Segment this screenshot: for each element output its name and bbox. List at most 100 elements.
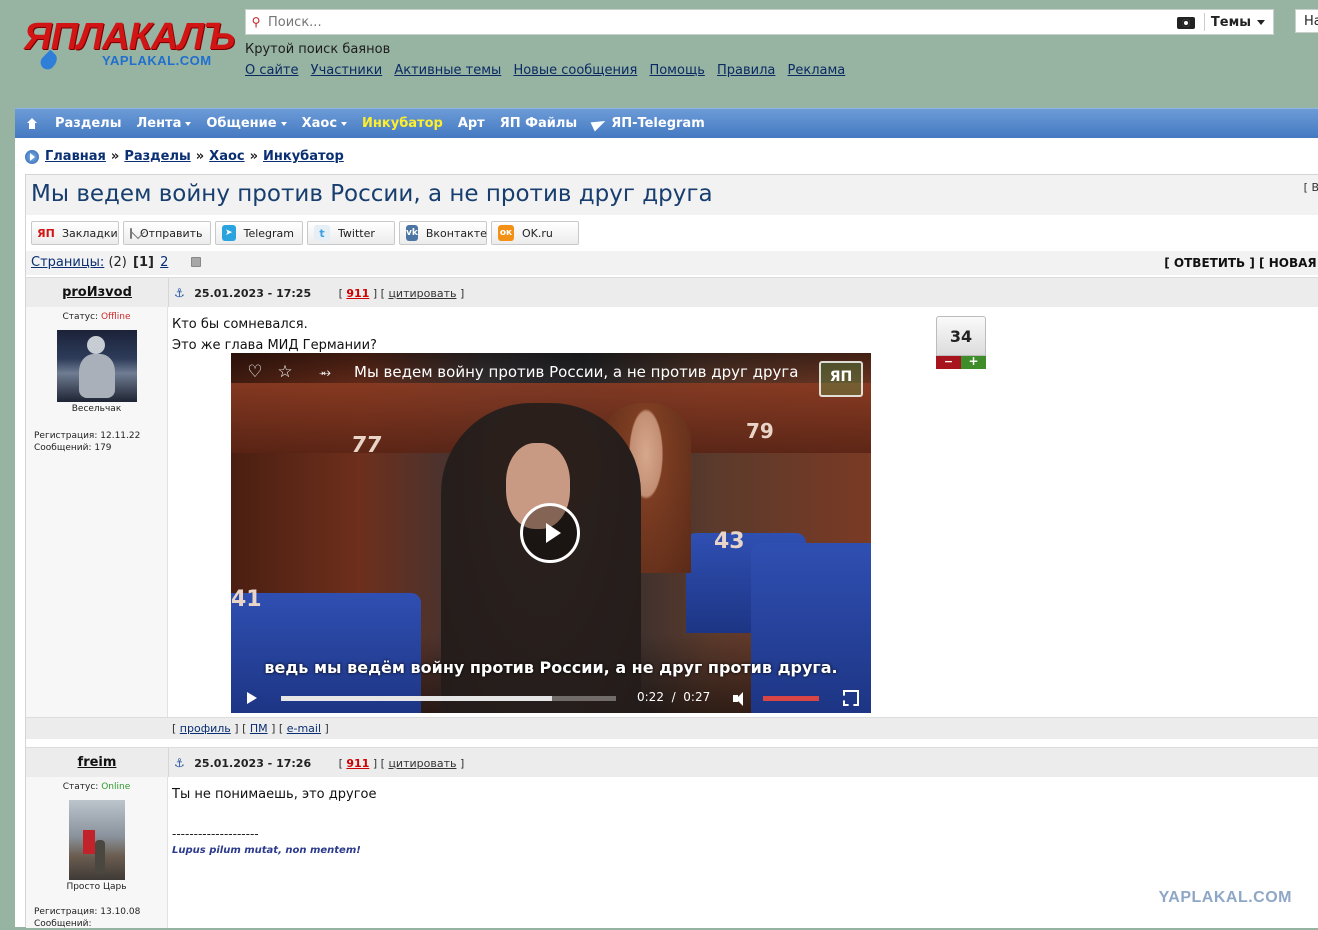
nav-files[interactable]: ЯП Файлы <box>500 116 577 131</box>
link-help[interactable]: Помощь <box>649 63 704 78</box>
nav-label: ЯП Файлы <box>499 116 578 131</box>
post-date: 25.01.2023 - 17:25 <box>194 287 312 300</box>
share-icon[interactable]: ⥇ <box>310 357 340 387</box>
site-logo[interactable]: ЯПЛАКАЛЪ YAPLAKAL.COM <box>24 16 235 76</box>
nav-feed[interactable]: Лента <box>136 116 192 131</box>
top-right-button[interactable]: На <box>1295 9 1318 33</box>
pages-dropdown-icon[interactable] <box>190 257 201 267</box>
home-icon[interactable] <box>25 117 39 130</box>
post-line: Ты не понимаешь, это другое <box>172 787 377 802</box>
reply-new-topic-links[interactable]: [ ОТВЕТИТЬ ] [ НОВАЯ Т <box>1164 256 1318 270</box>
breadcrumb-separator: » <box>110 149 120 164</box>
topic-title-bar: Мы ведем войну против России, а не проти… <box>26 175 1318 215</box>
quote-link[interactable]: цитировать <box>388 287 456 300</box>
link-active-topics[interactable]: Активные темы <box>394 63 501 78</box>
bookmarks-button[interactable]: ЯП Закладки <box>31 221 119 245</box>
user-stats: Регистрация: 13.10.08 Сообщений: <box>34 906 167 930</box>
tagline: Крутой поиск баянов <box>245 42 391 57</box>
msgs-label: Сообщений: <box>34 443 92 453</box>
pages-label[interactable]: Страницы: <box>31 255 104 270</box>
reg-date: 12.11.22 <box>100 431 141 441</box>
link-new-messages[interactable]: Новые сообщения <box>513 63 637 78</box>
pagination: Страницы: (2) [1] 2 <box>31 255 201 270</box>
nav-art[interactable]: Арт <box>458 116 485 131</box>
email-link[interactable]: e-mail <box>287 722 321 735</box>
post-number[interactable]: 911 <box>346 757 369 770</box>
video-player[interactable]: 77 79 43 41 ♡ ☆ ⥇ Мы ведем войну против … <box>231 353 871 713</box>
volume-icon[interactable] <box>733 692 749 706</box>
play-icon[interactable] <box>247 692 257 704</box>
nav-label: Разделы <box>55 116 122 131</box>
nav-communication[interactable]: Общение <box>206 116 287 131</box>
breadcrumb: Главная » Разделы » Хаос » Инкубатор <box>25 149 344 164</box>
chevron-down-icon <box>280 121 287 126</box>
yaplakal-icon: ЯП <box>37 226 55 240</box>
nav-label: Арт <box>457 116 485 131</box>
telegram-share-button[interactable]: ➤ Telegram <box>215 221 303 245</box>
search-divider <box>1203 13 1205 31</box>
twitter-share-button[interactable]: t Twitter <box>307 221 395 245</box>
breadcrumb-home[interactable]: Главная <box>45 149 106 164</box>
anchor-icon[interactable]: ⚓ <box>174 286 185 300</box>
post-body: Статус: Offline Весельчак Регистрация: 1… <box>26 307 1318 717</box>
nav-incubator[interactable]: Инкубатор <box>362 116 443 131</box>
time-display: 0:22 / 0:27 <box>637 690 711 704</box>
breadcrumb-separator: » <box>249 149 259 164</box>
avatar[interactable] <box>68 800 125 880</box>
link-members[interactable]: Участники <box>311 63 383 78</box>
user-info: Статус: Online Просто Царь Регистрация: … <box>26 777 168 930</box>
nav-chaos[interactable]: Хаос <box>301 116 348 131</box>
post-author[interactable]: proИзvod <box>26 285 168 300</box>
pm-link[interactable]: ПМ <box>250 722 268 735</box>
post-text: Ты не понимаешь, это другое <box>172 784 376 805</box>
play-button[interactable] <box>520 503 580 563</box>
button-label: Вконтакте <box>425 226 487 240</box>
seat-number: 43 <box>714 529 745 554</box>
nav-label: Хаос <box>301 116 338 131</box>
nav-telegram[interactable]: ЯП-Telegram <box>592 116 705 131</box>
seat-number: 41 <box>231 587 262 612</box>
seat-number: 79 <box>746 419 774 443</box>
nav-label: Инкубатор <box>362 116 443 131</box>
rate-up-button[interactable]: + <box>961 355 986 369</box>
chevron-down-icon[interactable] <box>1257 19 1265 25</box>
send-button[interactable]: Отправить <box>123 221 211 245</box>
user-status: Статус: Online <box>26 782 167 792</box>
camera-icon[interactable] <box>1176 15 1198 29</box>
breadcrumb-incubator[interactable]: Инкубатор <box>263 149 344 164</box>
column-divider <box>168 748 169 778</box>
heart-icon[interactable]: ♡ <box>240 357 270 387</box>
signature-divider: -------------------- <box>172 827 259 841</box>
post-author[interactable]: freim <box>26 755 168 770</box>
themes-select[interactable]: Темы <box>1211 15 1251 30</box>
column-divider <box>168 278 169 308</box>
profile-link[interactable]: профиль <box>180 722 231 735</box>
vk-share-button[interactable]: vk Вконтакте <box>399 221 487 245</box>
link-rules[interactable]: Правила <box>717 63 775 78</box>
link-ads[interactable]: Реклама <box>788 63 846 78</box>
duration: 0:27 <box>683 690 711 704</box>
ok-share-button[interactable]: ок OK.ru <box>491 221 579 245</box>
anchor-icon[interactable]: ⚓ <box>174 756 185 770</box>
search-icon[interactable]: ⚲ <box>246 15 266 29</box>
post-number[interactable]: 911 <box>346 287 369 300</box>
volume-slider[interactable] <box>763 696 819 701</box>
quote-link[interactable]: цитировать <box>388 757 456 770</box>
post-header: proИзvod ⚓ 25.01.2023 - 17:25 [ 911 ] [ … <box>26 277 1318 308</box>
rate-down-button[interactable]: − <box>936 356 961 369</box>
seek-bar[interactable] <box>281 696 616 701</box>
pages-count: (2) <box>108 255 127 270</box>
breadcrumb-sections[interactable]: Разделы <box>124 149 190 164</box>
nav-sections[interactable]: Разделы <box>55 116 121 131</box>
topic-right-link[interactable]: [ В <box>1304 181 1318 194</box>
topic-box: Мы ведем войну против России, а не проти… <box>25 174 1318 930</box>
search-input[interactable] <box>266 11 1176 33</box>
user-status: Статус: Offline <box>26 312 167 322</box>
link-about[interactable]: О сайте <box>245 63 299 78</box>
breadcrumb-chaos[interactable]: Хаос <box>209 149 244 164</box>
post-body: Статус: Online Просто Царь Регистрация: … <box>26 777 1318 930</box>
fullscreen-icon[interactable] <box>843 690 859 706</box>
star-icon[interactable]: ☆ <box>270 357 300 387</box>
avatar[interactable] <box>56 330 137 402</box>
page-2-link[interactable]: 2 <box>160 255 168 270</box>
